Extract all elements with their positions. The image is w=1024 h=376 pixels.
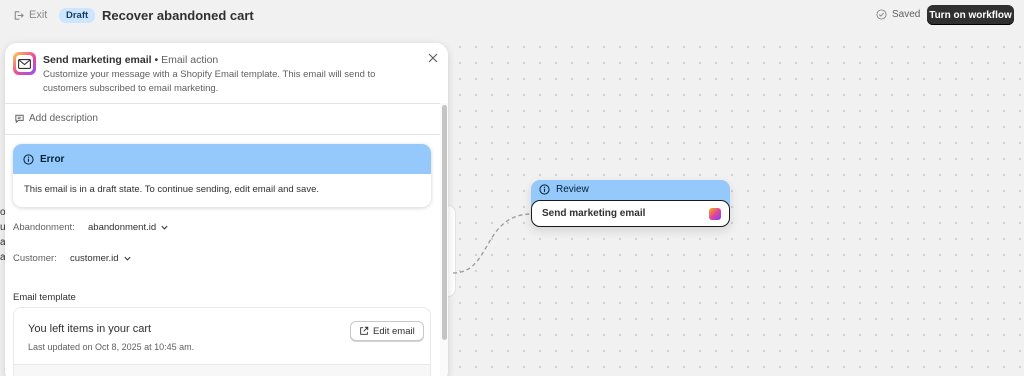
turn-on-workflow-button[interactable]: Turn on workflow bbox=[927, 5, 1014, 25]
panel-description: Customize your message with a Shopify Em… bbox=[43, 69, 376, 94]
node-header: Review bbox=[539, 184, 589, 195]
page-title: Recover abandoned cart bbox=[102, 8, 254, 23]
exit-label: Exit bbox=[29, 9, 48, 21]
field-value: abandonment.id bbox=[88, 222, 157, 233]
external-link-icon bbox=[360, 326, 369, 335]
chevron-down-icon bbox=[123, 256, 131, 261]
divider bbox=[5, 134, 440, 135]
exit-icon bbox=[14, 10, 24, 20]
divider bbox=[5, 103, 440, 104]
customer-field: Customer: customer.id bbox=[13, 253, 132, 264]
panel-title-separator: • bbox=[154, 54, 159, 66]
field-value: customer.id bbox=[70, 253, 119, 264]
edit-email-label: Edit email bbox=[373, 325, 415, 337]
panel-title: Send marketing email • Email action bbox=[43, 54, 218, 66]
panel-subtitle: Email action bbox=[161, 54, 219, 66]
error-message: This email is in a draft state. To conti… bbox=[24, 184, 320, 195]
abandonment-field: Abandonment: abandonment.id bbox=[13, 222, 169, 233]
saved-status: Saved bbox=[876, 9, 920, 20]
node-action[interactable]: Send marketing email bbox=[531, 200, 730, 227]
error-title: Error bbox=[40, 153, 65, 165]
add-description-label: Add description bbox=[29, 113, 98, 124]
scrollbar-thumb[interactable] bbox=[442, 105, 447, 340]
info-icon bbox=[23, 153, 34, 165]
review-node[interactable]: Review Send marketing email bbox=[531, 180, 730, 227]
email-template-card: You left items in your cart Last updated… bbox=[13, 307, 431, 376]
shopify-email-app-icon bbox=[709, 208, 721, 220]
info-icon bbox=[539, 184, 550, 195]
field-label: Customer: bbox=[13, 253, 57, 264]
chevron-down-icon bbox=[161, 225, 168, 230]
customer-select[interactable]: customer.id bbox=[70, 253, 132, 264]
email-template-label: Email template bbox=[13, 292, 76, 303]
comment-icon bbox=[15, 114, 24, 124]
error-header: Error bbox=[13, 144, 431, 174]
exit-button[interactable]: Exit bbox=[13, 9, 47, 21]
template-title: You left items in your cart bbox=[28, 323, 152, 335]
abandonment-select[interactable]: abandonment.id bbox=[88, 222, 169, 233]
action-panel: Send marketing email • Email action Cust… bbox=[5, 43, 448, 376]
check-circle-icon bbox=[876, 9, 887, 20]
template-footer bbox=[14, 364, 430, 376]
shopify-email-icon bbox=[13, 52, 36, 75]
template-updated: Last updated on Oct 8, 2025 at 10:45 am. bbox=[28, 342, 195, 352]
envelope-icon bbox=[18, 58, 31, 69]
close-icon[interactable] bbox=[427, 52, 439, 64]
node-header-label: Review bbox=[556, 184, 589, 195]
field-label: Abandonment: bbox=[13, 222, 75, 233]
add-description-button[interactable]: Add description bbox=[14, 113, 98, 124]
saved-label: Saved bbox=[892, 9, 921, 20]
panel-title-main: Send marketing email bbox=[43, 54, 152, 66]
node-connector bbox=[452, 213, 533, 274]
status-badge: Draft bbox=[59, 8, 96, 23]
edit-email-button[interactable]: Edit email bbox=[350, 321, 424, 341]
error-banner: Error This email is in a draft state. To… bbox=[13, 144, 431, 207]
node-action-label: Send marketing email bbox=[542, 208, 646, 219]
top-bar: Exit Draft Recover abandoned cart Saved … bbox=[0, 0, 1024, 33]
